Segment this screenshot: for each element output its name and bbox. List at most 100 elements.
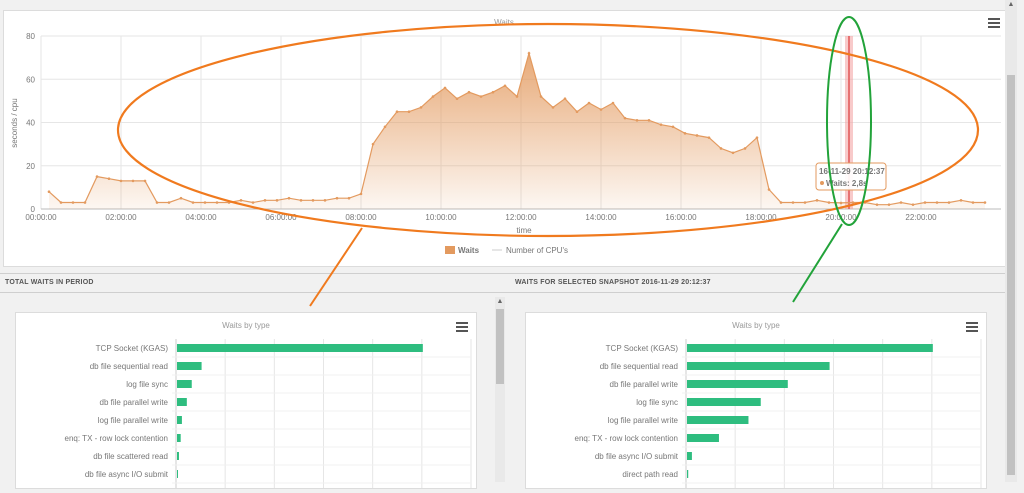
bar [177,380,192,388]
category-label: db file parallel write [610,380,679,389]
waits-point [707,136,711,139]
bar [687,452,692,460]
waits-point [731,151,735,155]
bar [177,434,181,442]
category-label: enq: TX - row lock contention [575,434,678,443]
waits-point [899,201,903,204]
waits-point [251,201,255,204]
waits-point [335,196,339,200]
waits-point [119,179,123,183]
waits-point [407,110,411,113]
waits-point [515,95,519,98]
bar [177,470,178,478]
x-tick-label: 08:00:00 [345,213,377,222]
waits-point [311,199,315,202]
waits-point [827,201,831,204]
x-tick-label: 20:00:00 [825,213,857,222]
waits-point [983,201,987,204]
section-divider-2 [0,292,1006,293]
waits-point [215,201,219,204]
waits-point [83,201,87,204]
waits-by-type-chart-total: Waits by type TCP Socket (KGAS) db file se… [65,321,472,488]
waits-point [719,147,723,150]
bar [687,380,788,388]
waits-point [671,125,675,129]
waits-point [191,201,195,204]
scroll-up-icon[interactable]: ▲ [1006,0,1016,10]
waits-point [755,136,759,139]
waits-point [851,201,855,204]
waits-point [167,201,171,204]
waits-point [599,108,603,111]
category-label: db file parallel write [100,398,169,407]
waits-point [503,84,507,88]
category-label: log file parallel write [98,416,169,425]
x-tick-label: 16:00:00 [665,213,697,222]
waits-point [923,201,927,204]
x-tick-label: 06:00:00 [265,213,297,222]
category-label: db file async I/O submit [595,452,679,461]
waits-point [443,86,447,90]
chart-menu-icon[interactable] [966,322,978,332]
bar-chart-title: Waits by type [222,321,270,330]
waits-point [959,199,963,202]
page-scrollbar[interactable]: ▲ [1005,0,1017,482]
waits-point [887,203,891,206]
chart-legend: Waits Number of CPU's [445,246,568,255]
legend-waits-label: Waits [458,246,480,255]
waits-point [575,110,579,113]
x-tick-label: 00:00:00 [25,213,57,222]
scrollbar-thumb[interactable] [1007,75,1015,475]
waits-point [551,106,555,109]
waits-point [839,201,843,205]
scrollbar-thumb[interactable] [496,309,504,384]
waits-point [383,125,387,129]
waits-point [635,119,639,122]
waits-point [131,179,135,183]
waits-point [539,95,543,98]
bar [687,434,719,442]
waits-point [239,199,243,202]
waits-point [743,147,747,150]
chart-menu-icon[interactable] [456,322,468,332]
waits-point [143,179,147,183]
waits-point [911,203,915,206]
waits-point [971,201,975,204]
waits-point [863,201,867,204]
category-label: log file sync [636,398,678,407]
waits-by-type-chart-snapshot: Waits by type TCP Socket (KGAS) db file se… [575,321,982,488]
category-label: db file async I/O submit [85,470,169,479]
bar-chart-title: Waits by type [732,321,780,330]
waits-point [59,201,63,204]
waits-point [683,132,687,135]
bar [687,416,749,424]
waits-point [419,106,423,109]
legend-waits-swatch [445,246,455,254]
waits-point [587,101,591,105]
waits-point [563,97,567,101]
y-tick-label: 60 [26,75,35,84]
waits-point [611,101,615,105]
category-label: db file scattered read [93,452,168,461]
bar [177,452,179,460]
waits-point [791,201,795,204]
total-waits-title: TOTAL WAITS IN PERIOD [5,279,94,286]
waits-point [455,97,459,101]
section-divider [0,273,1006,274]
waits-point [623,116,627,120]
x-tick-label: 14:00:00 [585,213,617,222]
category-label: direct path read [622,470,678,479]
x-tick-label: 22:00:00 [905,213,937,222]
bar [177,398,187,406]
y-tick-label: 20 [26,162,35,171]
scroll-up-icon[interactable]: ▲ [495,297,505,307]
waits-point [263,199,267,202]
waits-point [659,123,663,126]
chart-menu-icon[interactable] [988,18,1000,28]
waits-point [803,201,807,204]
waits-point [155,201,159,204]
left-scrollbar[interactable]: ▲ [495,297,505,482]
waits-point [779,201,783,204]
bar [177,362,202,370]
x-tick-label: 12:00:00 [505,213,537,222]
